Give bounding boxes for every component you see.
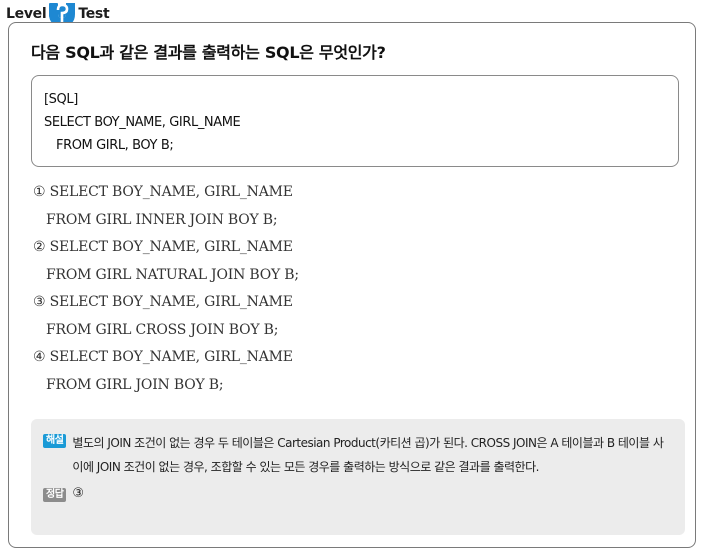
option-marker: ① [33, 184, 46, 200]
option-1[interactable]: ① SELECT BOY_NAME, GIRL_NAME FROM GIRL I… [33, 179, 299, 234]
sql-box: [SQL] SELECT BOY_NAME, GIRL_NAME FROM GI… [31, 75, 679, 167]
option-line-2: FROM GIRL JOIN BOY B; [46, 376, 224, 393]
page: Level Test 다음 SQL과 같은 결과를 출력하는 SQL은 무엇인가… [0, 0, 704, 554]
explanation-tag: 해설 [43, 434, 67, 448]
question-frame: 다음 SQL과 같은 결과를 출력하는 SQL은 무엇인가? [SQL] SEL… [8, 22, 696, 548]
option-marker: ④ [33, 349, 46, 365]
option-line-1: SELECT BOY_NAME, GIRL_NAME [49, 184, 293, 200]
option-line-1: SELECT BOY_NAME, GIRL_NAME [49, 349, 293, 365]
question-text: 다음 SQL과 같은 결과를 출력하는 SQL은 무엇인가? [31, 43, 386, 62]
option-2[interactable]: ② SELECT BOY_NAME, GIRL_NAME FROM GIRL N… [33, 234, 299, 289]
sql-label: [SQL] [44, 92, 78, 107]
logo-text-test: Test [78, 6, 110, 22]
explanation-text: 별도의 JOIN 조건이 없는 경우 두 테이블은 Cartesian Prod… [72, 436, 664, 474]
option-4[interactable]: ④ SELECT BOY_NAME, GIRL_NAME FROM GIRL J… [33, 344, 299, 399]
option-3[interactable]: ③ SELECT BOY_NAME, GIRL_NAME FROM GIRL C… [33, 289, 299, 344]
sql-line-2: FROM GIRL, BOY B; [56, 138, 174, 153]
answer-value: ③ [72, 486, 84, 501]
option-line-1: SELECT BOY_NAME, GIRL_NAME [49, 294, 293, 310]
option-line-2: FROM GIRL CROSS JOIN BOY B; [46, 321, 279, 338]
option-line-2: FROM GIRL NATURAL JOIN BOY B; [46, 266, 299, 283]
options-list: ① SELECT BOY_NAME, GIRL_NAME FROM GIRL I… [33, 179, 299, 399]
option-marker: ③ [33, 294, 46, 310]
answer-row: 정답 ③ [43, 485, 673, 502]
option-marker: ② [33, 239, 46, 255]
explanation: 해설 별도의 JOIN 조건이 없는 경우 두 테이블은 Cartesian P… [43, 431, 673, 479]
answer-tag: 정답 [43, 488, 67, 502]
logo-text-level: Level [6, 6, 47, 22]
sql-line-1: SELECT BOY_NAME, GIRL_NAME [44, 115, 241, 130]
option-line-1: SELECT BOY_NAME, GIRL_NAME [49, 239, 293, 255]
option-line-2: FROM GIRL INNER JOIN BOY B; [46, 211, 278, 228]
explanation-panel: 해설 별도의 JOIN 조건이 없는 경우 두 테이블은 Cartesian P… [31, 419, 685, 535]
